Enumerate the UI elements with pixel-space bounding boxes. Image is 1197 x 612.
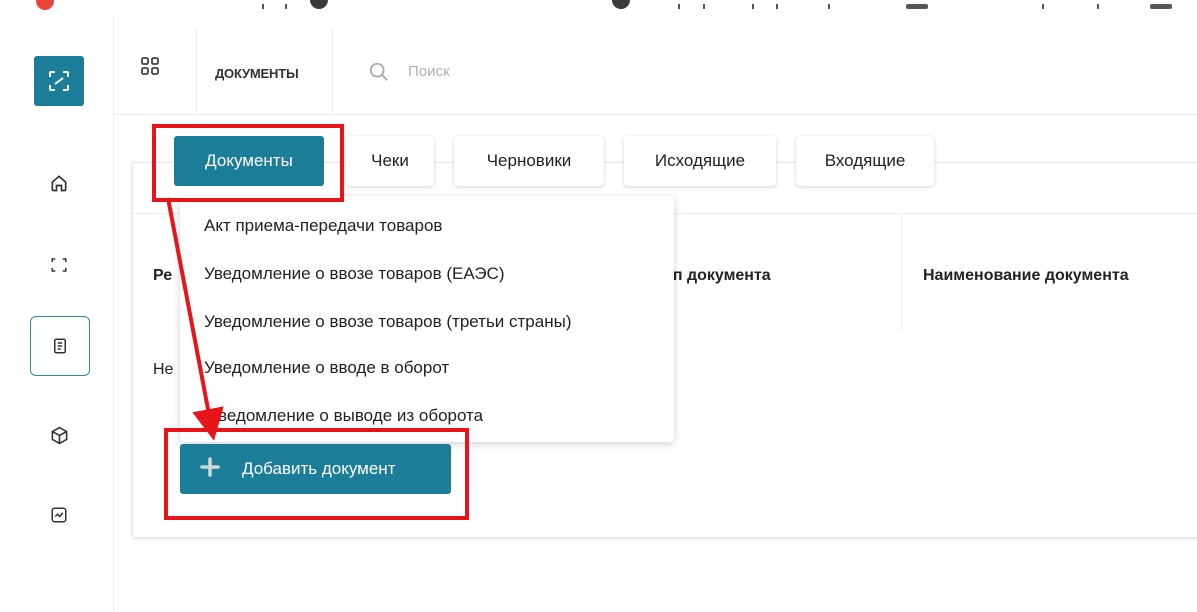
tab-incoming[interactable]: Входящие	[796, 136, 934, 186]
home-icon	[51, 175, 67, 192]
dropdown-item[interactable]: ведомление о выводе из оборота	[218, 406, 483, 426]
apps-grid-icon[interactable]	[140, 56, 160, 81]
browser-logo-icon	[36, 0, 54, 10]
chart-icon	[51, 507, 67, 523]
document-type-dropdown: Акт приема-передачи товаров Уведомление …	[180, 196, 674, 442]
sidebar-item-scan[interactable]	[44, 250, 74, 280]
empty-table-message: Не	[153, 361, 174, 378]
search-input[interactable]	[406, 62, 710, 81]
dropdown-item[interactable]: Уведомление о ввозе товаров (третьи стра…	[204, 312, 571, 332]
sidebar-item-reports[interactable]	[44, 500, 74, 530]
browser-tab-icon	[612, 0, 630, 9]
app-logo-icon[interactable]	[34, 56, 84, 106]
tab-outgoing[interactable]: Исходящие	[624, 136, 776, 186]
highlight-box-tab	[152, 124, 344, 202]
dropdown-item[interactable]: Уведомление о вводе в оборот	[204, 358, 449, 378]
dropdown-item[interactable]: Уведомление о ввозе товаров (ЕАЭС)	[204, 264, 505, 284]
sidebar-item-products[interactable]	[44, 420, 74, 450]
scan-frame-icon	[51, 258, 67, 272]
top-bar: ДОКУМЕНТЫ	[114, 14, 1197, 115]
browser-tab-icon	[310, 0, 328, 9]
page-title: ДОКУМЕНТЫ	[215, 66, 299, 81]
column-header-document-name[interactable]: Наименование документа	[923, 267, 1129, 285]
highlight-box-add-button	[164, 428, 469, 520]
sidebar-item-documents[interactable]	[30, 316, 90, 376]
dropdown-item[interactable]: Акт приема-передачи товаров	[204, 216, 442, 236]
tab-drafts[interactable]: Черновики	[454, 136, 604, 186]
document-icon	[54, 338, 66, 354]
browser-top-strip	[0, 0, 1197, 14]
tab-receipts[interactable]: Чеки	[346, 136, 434, 186]
column-header[interactable]: Ре	[153, 267, 172, 285]
box-icon	[51, 426, 67, 444]
search-icon[interactable]	[368, 61, 390, 88]
sidebar-item-home[interactable]	[44, 168, 74, 198]
column-header-document-type[interactable]: ип документа	[663, 267, 771, 285]
sidebar	[0, 14, 114, 612]
